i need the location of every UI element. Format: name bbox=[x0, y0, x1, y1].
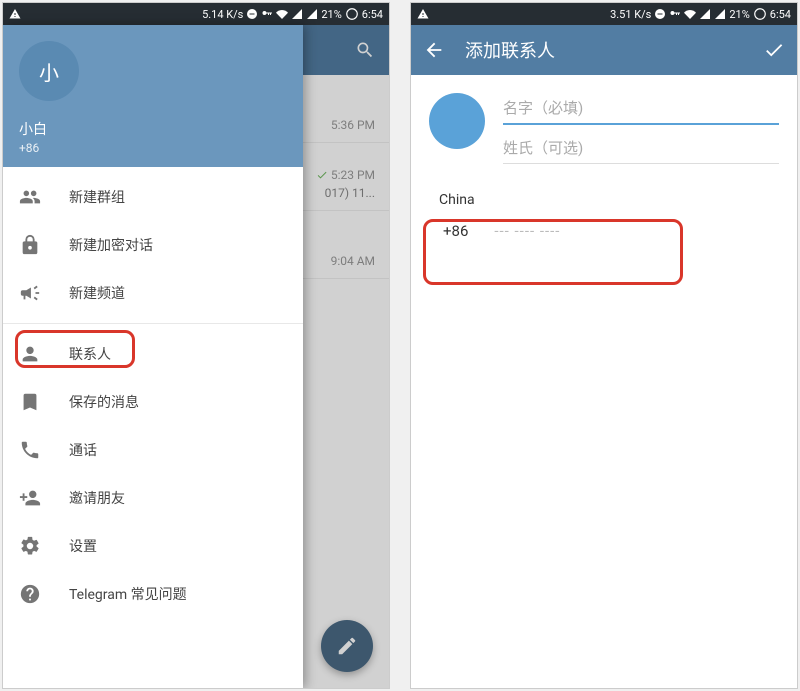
drawer-menu: 新建群组 新建加密对话 新建频道 联系人 保存的消息 通话 bbox=[3, 167, 303, 688]
menu-contacts[interactable]: 联系人 bbox=[3, 330, 303, 378]
menu-label: 联系人 bbox=[69, 344, 111, 364]
country-selector[interactable]: China bbox=[439, 192, 769, 208]
add-contact-header: 添加联系人 bbox=[411, 25, 797, 75]
page-title: 添加联系人 bbox=[465, 37, 743, 63]
menu-invite[interactable]: 邀请朋友 bbox=[3, 474, 303, 522]
wifi-icon bbox=[684, 8, 696, 20]
group-icon bbox=[19, 186, 41, 208]
menu-settings[interactable]: 设置 bbox=[3, 522, 303, 570]
avatar-initial: 小 bbox=[39, 57, 59, 86]
bookmark-icon bbox=[19, 391, 41, 413]
status-bar: 3.51 K/s 21% 6:54 bbox=[411, 3, 797, 25]
wifi-icon bbox=[276, 8, 288, 20]
user-avatar[interactable]: 小 bbox=[19, 41, 79, 101]
menu-saved[interactable]: 保存的消息 bbox=[3, 378, 303, 426]
menu-new-secret[interactable]: 新建加密对话 bbox=[3, 221, 303, 269]
menu-divider bbox=[3, 323, 303, 324]
status-battery: 21% bbox=[729, 8, 749, 21]
menu-new-channel[interactable]: 新建频道 bbox=[3, 269, 303, 317]
signal-icon bbox=[306, 8, 318, 20]
status-time: 6:54 bbox=[362, 8, 383, 21]
user-name: 小白 bbox=[19, 119, 47, 139]
menu-label: 邀请朋友 bbox=[69, 488, 125, 508]
phone-input-row[interactable]: +86 --- ---- ---- bbox=[439, 214, 769, 248]
person-add-icon bbox=[19, 487, 41, 509]
battery-circle-icon bbox=[345, 7, 359, 21]
status-battery: 21% bbox=[321, 8, 341, 21]
status-speed: 5.14 K/s bbox=[202, 8, 243, 21]
menu-label: Telegram 常见问题 bbox=[69, 584, 187, 604]
key-icon bbox=[669, 8, 681, 20]
menu-label: 设置 bbox=[69, 536, 97, 556]
menu-label: 新建群组 bbox=[69, 187, 125, 207]
warning-icon bbox=[9, 8, 21, 20]
last-name-input[interactable] bbox=[503, 133, 779, 164]
country-code[interactable]: +86 bbox=[443, 222, 468, 240]
menu-label: 新建加密对话 bbox=[69, 235, 153, 255]
minus-circle-icon bbox=[246, 8, 258, 20]
status-speed: 3.51 K/s bbox=[610, 8, 651, 21]
warning-icon bbox=[417, 8, 429, 20]
person-icon bbox=[19, 343, 41, 365]
status-time: 6:54 bbox=[770, 8, 791, 21]
drawer-scrim[interactable] bbox=[303, 25, 389, 688]
battery-circle-icon bbox=[753, 7, 767, 21]
phone-placeholder[interactable]: --- ---- ---- bbox=[494, 222, 560, 240]
minus-circle-icon bbox=[654, 8, 666, 20]
menu-label: 保存的消息 bbox=[69, 392, 139, 412]
menu-label: 新建频道 bbox=[69, 283, 125, 303]
lock-icon bbox=[19, 234, 41, 256]
add-contact-form: China +86 --- ---- ---- bbox=[411, 75, 797, 266]
contact-avatar[interactable] bbox=[429, 93, 485, 149]
drawer-header: 小 小白 +86 bbox=[3, 25, 303, 167]
status-bar: 5.14 K/s 21% 6:54 bbox=[3, 3, 389, 25]
gear-icon bbox=[19, 535, 41, 557]
menu-calls[interactable]: 通话 bbox=[3, 426, 303, 474]
signal-icon bbox=[291, 8, 303, 20]
phone-icon bbox=[19, 439, 41, 461]
first-name-input[interactable] bbox=[503, 93, 779, 125]
menu-new-group[interactable]: 新建群组 bbox=[3, 173, 303, 221]
back-arrow-icon[interactable] bbox=[423, 39, 445, 61]
check-icon[interactable] bbox=[763, 39, 785, 61]
navigation-drawer: 小 小白 +86 新建群组 新建加密对话 新建频道 联系人 bbox=[3, 25, 303, 688]
menu-label: 通话 bbox=[69, 440, 97, 460]
menu-faq[interactable]: Telegram 常见问题 bbox=[3, 570, 303, 618]
key-icon bbox=[261, 8, 273, 20]
megaphone-icon bbox=[19, 282, 41, 304]
signal-icon bbox=[699, 8, 711, 20]
signal-icon bbox=[714, 8, 726, 20]
help-icon bbox=[19, 583, 41, 605]
user-phone: +86 bbox=[19, 141, 47, 155]
